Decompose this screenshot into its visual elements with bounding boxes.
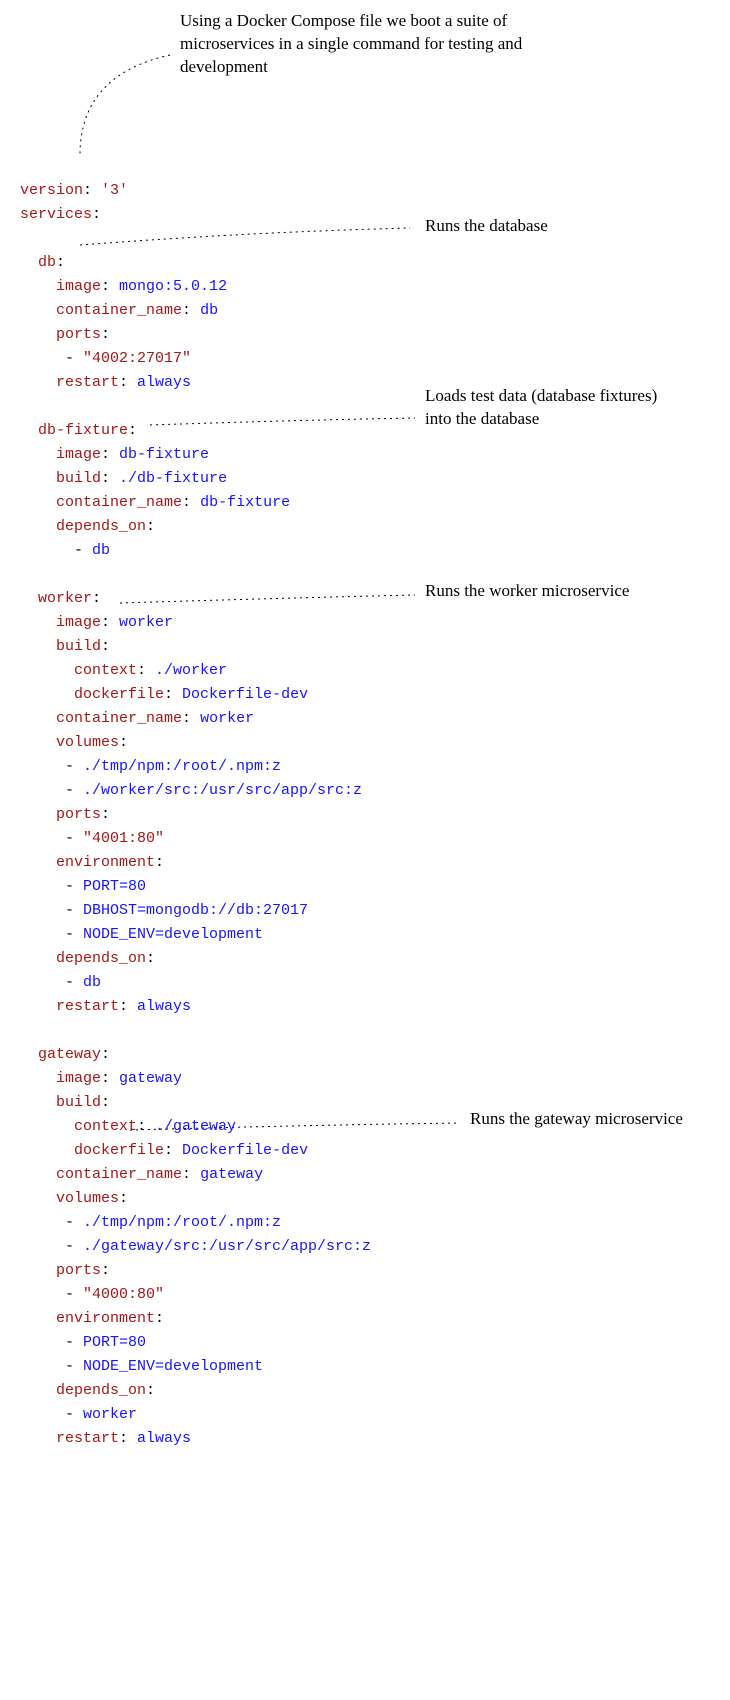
val-version: '3' bbox=[101, 182, 128, 199]
fx-build-k: build bbox=[56, 470, 101, 487]
gw-restart-k: restart bbox=[56, 1430, 119, 1447]
gw-port-v: "4000:80" bbox=[83, 1286, 164, 1303]
gw-ctx-v: ./gateway bbox=[155, 1118, 236, 1135]
gw-vol2: ./gateway/src:/usr/src/app/src:z bbox=[83, 1238, 371, 1255]
service-gateway: gateway bbox=[38, 1046, 101, 1063]
gw-env2: NODE_ENV=development bbox=[83, 1358, 263, 1375]
fx-cname-k: container_name bbox=[56, 494, 182, 511]
gw-build-k: build bbox=[56, 1094, 101, 1111]
wk-dep-v: db bbox=[83, 974, 101, 991]
service-fixture: db-fixture bbox=[38, 422, 128, 439]
wk-env2: DBHOST=mongodb://db:27017 bbox=[83, 902, 308, 919]
fx-image-v: db-fixture bbox=[119, 446, 209, 463]
db-restart-k: restart bbox=[56, 374, 119, 391]
db-image-k: image bbox=[56, 278, 101, 295]
db-image-v: mongo:5.0.12 bbox=[119, 278, 227, 295]
wk-env1: PORT=80 bbox=[83, 878, 146, 895]
service-db: db bbox=[38, 254, 56, 271]
wk-df-v: Dockerfile-dev bbox=[182, 686, 308, 703]
wk-vol1: ./tmp/npm:/root/.npm:z bbox=[83, 758, 281, 775]
db-port-v: "4002:27017" bbox=[83, 350, 191, 367]
db-cname-k: container_name bbox=[56, 302, 182, 319]
fx-build-v: ./db-fixture bbox=[119, 470, 227, 487]
gw-cname-v: gateway bbox=[200, 1166, 263, 1183]
wk-env-k: environment bbox=[56, 854, 155, 871]
db-cname-v: db bbox=[200, 302, 218, 319]
wk-cname-k: container_name bbox=[56, 710, 182, 727]
wk-ctx-k: context bbox=[74, 662, 137, 679]
gw-image-k: image bbox=[56, 1070, 101, 1087]
gw-image-v: gateway bbox=[119, 1070, 182, 1087]
wk-cname-v: worker bbox=[200, 710, 254, 727]
db-ports-k: ports bbox=[56, 326, 101, 343]
gw-ctx-k: context bbox=[74, 1118, 137, 1135]
fx-image-k: image bbox=[56, 446, 101, 463]
gw-vol1: ./tmp/npm:/root/.npm:z bbox=[83, 1214, 281, 1231]
key-version: version bbox=[20, 182, 83, 199]
annotation-top: Using a Docker Compose file we boot a su… bbox=[180, 10, 530, 79]
wk-restart-v: always bbox=[137, 998, 191, 1015]
gw-df-v: Dockerfile-dev bbox=[182, 1142, 308, 1159]
gw-vol-k: volumes bbox=[56, 1190, 119, 1207]
wk-dep-k: depends_on bbox=[56, 950, 146, 967]
gw-restart-v: always bbox=[137, 1430, 191, 1447]
gw-dep-k: depends_on bbox=[56, 1382, 146, 1399]
wk-env3: NODE_ENV=development bbox=[83, 926, 263, 943]
fx-dep-k: depends_on bbox=[56, 518, 146, 535]
gw-dep-v: worker bbox=[83, 1406, 137, 1423]
wk-restart-k: restart bbox=[56, 998, 119, 1015]
docker-compose-code: version: '3' services: db: image: mongo:… bbox=[20, 155, 710, 1451]
fx-cname-v: db-fixture bbox=[200, 494, 290, 511]
wk-ctx-v: ./worker bbox=[155, 662, 227, 679]
wk-df-k: dockerfile bbox=[74, 686, 164, 703]
wk-port-v: "4001:80" bbox=[83, 830, 164, 847]
service-worker: worker bbox=[38, 590, 92, 607]
wk-image-v: worker bbox=[119, 614, 173, 631]
gw-env1: PORT=80 bbox=[83, 1334, 146, 1351]
wk-image-k: image bbox=[56, 614, 101, 631]
gw-ports-k: ports bbox=[56, 1262, 101, 1279]
key-services: services bbox=[20, 206, 92, 223]
wk-ports-k: ports bbox=[56, 806, 101, 823]
fx-dep-v: db bbox=[92, 542, 110, 559]
wk-build-k: build bbox=[56, 638, 101, 655]
gw-cname-k: container_name bbox=[56, 1166, 182, 1183]
db-restart-v: always bbox=[137, 374, 191, 391]
gw-env-k: environment bbox=[56, 1310, 155, 1327]
wk-vol-k: volumes bbox=[56, 734, 119, 751]
gw-df-k: dockerfile bbox=[74, 1142, 164, 1159]
wk-vol2: ./worker/src:/usr/src/app/src:z bbox=[83, 782, 362, 799]
